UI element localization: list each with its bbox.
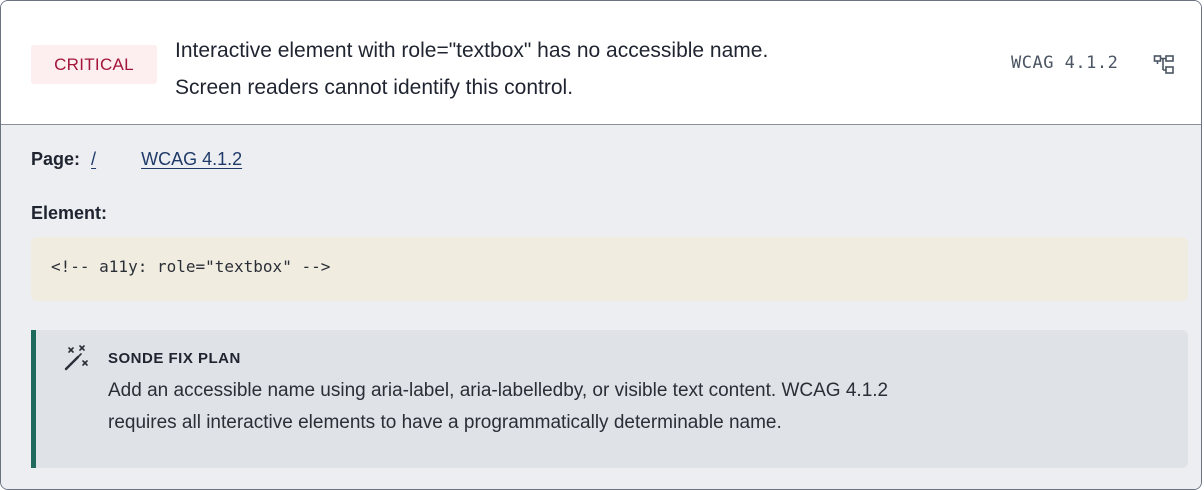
element-code-block: <!-- a11y: role="textbox" --> xyxy=(31,237,1188,301)
severity-badge: CRITICAL xyxy=(31,45,157,84)
magic-wand-icon xyxy=(64,345,88,371)
issue-message-line: Screen readers cannot identify this cont… xyxy=(175,76,574,99)
issue-message: Interactive element with role="textbox" … xyxy=(175,32,995,106)
fix-plan-text: Add an accessible name using aria-label,… xyxy=(108,375,1168,439)
issue-message-line: Interactive element with role="textbox" … xyxy=(175,39,769,62)
issue-card: CRITICAL Interactive element with role="… xyxy=(0,0,1202,490)
rule-reference: WCAG 4.1.2 xyxy=(1011,53,1119,73)
element-label: Element: xyxy=(31,203,108,223)
fix-plan-text-line: Add an accessible name using aria-label,… xyxy=(108,380,889,401)
issue-header[interactable]: CRITICAL Interactive element with role="… xyxy=(1,1,1201,125)
page-label: Page: xyxy=(31,149,81,169)
fix-plan-text-line: requires all interactive elements to hav… xyxy=(108,412,782,433)
fix-plan-title: SONDE FIX PLAN xyxy=(108,350,241,367)
tree-structure-icon[interactable] xyxy=(1153,54,1175,76)
wcag-link[interactable]: WCAG 4.1.2 xyxy=(141,149,242,169)
page-link[interactable]: / xyxy=(91,149,96,169)
fix-plan-panel: SONDE FIX PLAN Add an accessible name us… xyxy=(31,330,1188,468)
page-line: Page: / WCAG 4.1.2 xyxy=(31,149,242,170)
issue-details: Page: / WCAG 4.1.2 Element: <!-- a11y: r… xyxy=(1,125,1201,489)
